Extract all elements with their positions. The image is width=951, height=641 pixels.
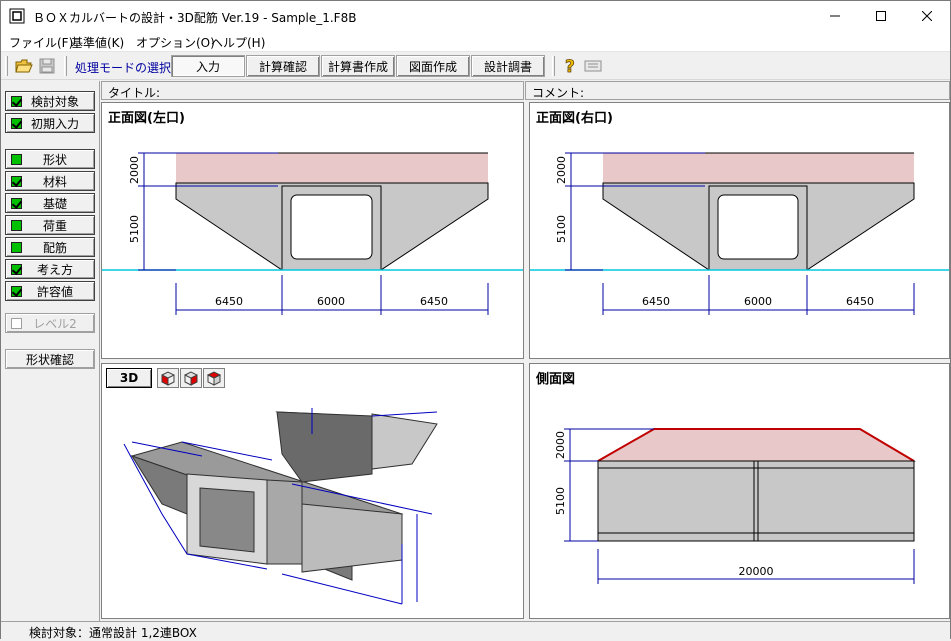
close-icon (922, 11, 932, 21)
info-card-icon (584, 60, 602, 72)
dim-height-box: 5100 (554, 487, 567, 515)
mode-select-label: 処理モードの選択 (75, 61, 172, 75)
mode-input-button[interactable]: 入力 (171, 55, 245, 77)
dim-length: 20000 (739, 565, 774, 578)
shape-check-button[interactable]: 形状確認 (5, 349, 95, 369)
menu-bar: ファイル(F) 基準値(K) オプション(O) ヘルプ(H) (1, 31, 950, 52)
toolbar-grip (64, 56, 67, 76)
open-button[interactable] (13, 56, 35, 76)
sidebar-item-target[interactable]: 検討対象 (5, 91, 95, 111)
sidebar-item-load[interactable]: 荷重 (5, 215, 95, 235)
minimize-button[interactable] (812, 1, 858, 31)
title-bar[interactable]: ＢＯＸカルバートの設計・3D配筋 Ver.19 - Sample_1.F8B (1, 1, 950, 31)
sidebar-item-initial-input[interactable]: 初期入力 (5, 113, 95, 133)
status-square-icon (11, 241, 22, 253)
check-icon (11, 197, 22, 209)
status-square-icon (11, 219, 22, 231)
mode-drawing-button[interactable]: 図面作成 (396, 55, 470, 77)
svg-text:?: ? (565, 57, 575, 75)
input-item-panel: 検討対象 初期入力 形状 材料 基礎 荷重 配筋 考え方 許容値 レベル2 形状… (1, 81, 100, 621)
dim-height-cover: 2000 (554, 431, 567, 459)
box-side-face (266, 479, 303, 565)
side-view-pane[interactable]: 側面図 2000 5100 20000 (529, 363, 950, 619)
check-icon (11, 175, 22, 187)
menu-help[interactable]: ヘルプ(H) (211, 34, 265, 51)
status-square-icon (11, 153, 22, 165)
status-bar: 検討対象：通常設計 1,2連BOX (1, 621, 950, 640)
side-view-drawing: 2000 5100 20000 (554, 428, 916, 584)
save-icon (39, 58, 55, 74)
close-button[interactable] (904, 1, 950, 31)
box-opening (290, 194, 373, 260)
view-3d-pane[interactable]: 3D (101, 363, 524, 619)
wing-right-back (371, 413, 438, 470)
check-icon (11, 95, 22, 107)
sidebar-item-foundation[interactable]: 基礎 (5, 193, 95, 213)
sidebar-item-shape[interactable]: 形状 (5, 149, 95, 169)
question-mark-icon: ? (565, 57, 576, 75)
dim-height-box: 5100 (128, 215, 141, 243)
mode-report-button[interactable]: 計算書作成 (321, 55, 395, 77)
comment-field[interactable]: コメント: (525, 81, 950, 100)
checkbox-icon (11, 317, 22, 329)
app-icon (9, 8, 25, 24)
sidebar-item-material[interactable]: 材料 (5, 171, 95, 191)
check-icon (11, 285, 22, 297)
menu-standard-values[interactable]: 基準値(K) (71, 34, 124, 51)
status-text: 検討対象：通常設計 1,2連BOX (29, 626, 197, 640)
view-3d-model (123, 408, 438, 605)
side-box-body (597, 460, 915, 542)
box-front-opening (199, 487, 255, 553)
box-barrel-top (276, 411, 373, 483)
toolbar-grip (5, 56, 8, 76)
sidebar-item-policy[interactable]: 考え方 (5, 259, 95, 279)
sidebar-item-allowable[interactable]: 許容値 (5, 281, 95, 301)
menu-options[interactable]: オプション(O) (136, 34, 215, 51)
dim-width-box: 6000 (744, 295, 772, 308)
wing-right-front (301, 503, 403, 573)
mode-calc-check-button[interactable]: 計算確認 (246, 55, 320, 77)
help-button[interactable]: ? (559, 56, 581, 76)
front-view-left-pane[interactable]: 正面図(左口) 2000 5100 6450 6000 6450 (101, 102, 524, 359)
maximize-icon (876, 11, 886, 21)
about-button[interactable] (582, 56, 604, 76)
app-window: ＢＯＸカルバートの設計・3D配筋 Ver.19 - Sample_1.F8B フ… (0, 0, 951, 640)
soil-cover (176, 153, 488, 183)
menu-file[interactable]: ファイル(F) (9, 34, 73, 51)
check-icon (11, 117, 22, 129)
dim-width-left: 6450 (642, 295, 670, 308)
toolbar-grip (552, 56, 555, 76)
front-view-left-drawing: 2000 5100 6450 6000 6450 (102, 152, 523, 315)
maximize-button[interactable] (858, 1, 904, 31)
dim-width-right: 6450 (420, 295, 448, 308)
check-icon (11, 263, 22, 275)
minimize-icon (830, 15, 840, 17)
box-opening (717, 194, 799, 260)
title-field[interactable]: タイトル: (101, 81, 524, 100)
window-title: ＢＯＸカルバートの設計・3D配筋 Ver.19 - Sample_1.F8B (33, 11, 357, 25)
dim-height-box: 5100 (555, 215, 568, 243)
sidebar-item-reinforcement[interactable]: 配筋 (5, 237, 95, 257)
front-view-right-pane[interactable]: 正面図(右口) 2000 5100 6450 6000 6450 (529, 102, 950, 359)
toolbar: 処理モードの選択 入力 計算確認 計算書作成 図面作成 設計調書 ? (1, 53, 950, 80)
dim-width-left: 6450 (215, 295, 243, 308)
open-folder-icon (15, 59, 33, 73)
dim-width-right: 6450 (846, 295, 874, 308)
save-button[interactable] (36, 56, 58, 76)
sidebar-item-level2[interactable]: レベル2 (5, 313, 95, 333)
dim-height-cover: 2000 (555, 156, 568, 184)
mode-design-sheet-button[interactable]: 設計調書 (471, 55, 545, 77)
dim-width-box: 6000 (317, 295, 345, 308)
soil-cover (603, 153, 914, 183)
dim-height-cover: 2000 (128, 156, 141, 184)
front-view-right-drawing: 2000 5100 6450 6000 6450 (530, 152, 949, 315)
